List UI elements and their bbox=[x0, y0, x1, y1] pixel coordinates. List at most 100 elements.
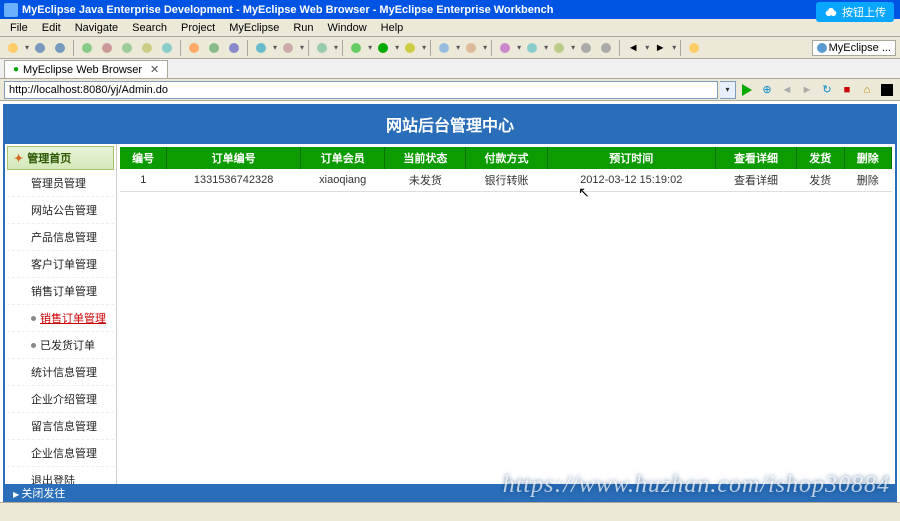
sidebar-header[interactable]: ✦ 管理首页 bbox=[7, 146, 114, 170]
address-bar: ▾ ⊕ ◄ ► ↻ ■ ⌂ bbox=[0, 79, 900, 101]
page-frame: 网站后台管理中心 ✦ 管理首页 管理员管理 网站公告管理 产品信息管理 客户订单… bbox=[3, 104, 897, 504]
tool-button[interactable] bbox=[462, 39, 480, 57]
sidebar-item-admin[interactable]: 管理员管理 bbox=[7, 170, 114, 197]
col-detail: 查看详细 bbox=[716, 147, 797, 169]
sidebar-item-company-intro[interactable]: 企业介绍管理 bbox=[7, 386, 114, 413]
new-button[interactable] bbox=[4, 39, 22, 57]
cell-status: 未发货 bbox=[385, 169, 466, 192]
home-button[interactable]: ⌂ bbox=[858, 81, 876, 99]
menubar: File Edit Navigate Search Project MyEcli… bbox=[0, 19, 900, 37]
footer-label[interactable]: 关闭发往 bbox=[13, 485, 65, 501]
col-member: 订单会员 bbox=[301, 147, 385, 169]
menu-window[interactable]: Window bbox=[322, 20, 373, 36]
tool-button[interactable] bbox=[597, 39, 615, 57]
tool-button[interactable] bbox=[496, 39, 514, 57]
app-icon bbox=[4, 3, 18, 17]
myeclipse-icon bbox=[817, 43, 827, 53]
tool-button[interactable] bbox=[158, 39, 176, 57]
cloud-icon bbox=[824, 5, 838, 19]
menu-navigate[interactable]: Navigate bbox=[69, 20, 124, 36]
debug-button[interactable] bbox=[347, 39, 365, 57]
sidebar-item-stats[interactable]: 统计信息管理 bbox=[7, 359, 114, 386]
refresh-button[interactable]: ↻ bbox=[818, 81, 836, 99]
page-title: 网站后台管理中心 bbox=[5, 106, 895, 142]
cell-pay: 银行转账 bbox=[466, 169, 547, 192]
main-content: 编号 订单编号 订单会员 当前状态 付款方式 预订时间 查看详细 发货 删除 1 bbox=[117, 144, 895, 502]
stop-button[interactable] bbox=[878, 81, 896, 99]
tool-button[interactable] bbox=[138, 39, 156, 57]
col-orderno: 订单编号 bbox=[167, 147, 301, 169]
back-nav-button[interactable]: ◄ bbox=[778, 81, 796, 99]
menu-search[interactable]: Search bbox=[126, 20, 173, 36]
tool-button[interactable] bbox=[435, 39, 453, 57]
perspective-switcher-icon[interactable] bbox=[685, 39, 703, 57]
menu-help[interactable]: Help bbox=[375, 20, 410, 36]
home-icon: ✦ bbox=[14, 152, 23, 165]
admin-sidebar: ✦ 管理首页 管理员管理 网站公告管理 产品信息管理 客户订单管理 销售订单管理… bbox=[5, 144, 117, 502]
tool-button[interactable] bbox=[118, 39, 136, 57]
sidebar-sub-shipped[interactable]: 已发货订单 bbox=[7, 332, 114, 359]
sidebar-item-customer-order[interactable]: 客户订单管理 bbox=[7, 251, 114, 278]
cell-id: 1 bbox=[120, 169, 167, 192]
cell-time: 2012-03-12 15:19:02 bbox=[547, 169, 716, 192]
nav-button[interactable]: ⊕ bbox=[758, 81, 776, 99]
back-button[interactable]: ◄ bbox=[624, 39, 642, 57]
sidebar-sub-sales-order[interactable]: 销售订单管理 bbox=[7, 305, 114, 332]
menu-edit[interactable]: Edit bbox=[36, 20, 67, 36]
col-ship: 发货 bbox=[797, 147, 844, 169]
col-time: 预订时间 bbox=[547, 147, 716, 169]
stop-nav-button[interactable]: ■ bbox=[838, 81, 856, 99]
tool-button[interactable] bbox=[577, 39, 595, 57]
tool-button[interactable] bbox=[205, 39, 223, 57]
perspective-button[interactable]: MyEclipse ... bbox=[812, 40, 896, 56]
tool-button[interactable] bbox=[550, 39, 568, 57]
globe-icon: ● bbox=[13, 64, 19, 75]
tool-button[interactable] bbox=[523, 39, 541, 57]
close-tab-icon[interactable]: ✕ bbox=[150, 63, 159, 76]
window-titlebar: MyEclipse Java Enterprise Development - … bbox=[0, 0, 900, 19]
page-footer: 关闭发往 bbox=[5, 484, 895, 502]
cell-member: xiaoqiang bbox=[301, 169, 385, 192]
tool-button[interactable] bbox=[313, 39, 331, 57]
run-button[interactable] bbox=[374, 39, 392, 57]
browser-tab[interactable]: ● MyEclipse Web Browser ✕ bbox=[4, 60, 168, 78]
url-input[interactable] bbox=[4, 81, 718, 99]
status-bar bbox=[0, 502, 900, 521]
bullet-icon bbox=[31, 343, 36, 348]
sidebar-item-sales-order[interactable]: 销售订单管理 bbox=[7, 278, 114, 305]
orders-table: 编号 订单编号 订单会员 当前状态 付款方式 预订时间 查看详细 发货 删除 1 bbox=[120, 147, 892, 192]
save-button[interactable] bbox=[31, 39, 49, 57]
sidebar-item-company-info[interactable]: 企业信息管理 bbox=[7, 440, 114, 467]
col-status: 当前状态 bbox=[385, 147, 466, 169]
save-all-button[interactable] bbox=[51, 39, 69, 57]
sidebar-item-product[interactable]: 产品信息管理 bbox=[7, 224, 114, 251]
editor-tabbar: ● MyEclipse Web Browser ✕ bbox=[0, 59, 900, 79]
forward-nav-button[interactable]: ► bbox=[798, 81, 816, 99]
tab-label: MyEclipse Web Browser bbox=[23, 64, 142, 76]
cloud-upload-button[interactable]: 按钮上传 bbox=[816, 2, 894, 22]
cell-detail[interactable]: 查看详细 bbox=[716, 169, 797, 192]
menu-myeclipse[interactable]: MyEclipse bbox=[223, 20, 285, 36]
tool-button[interactable] bbox=[401, 39, 419, 57]
tool-button[interactable] bbox=[252, 39, 270, 57]
tool-button[interactable] bbox=[98, 39, 116, 57]
cell-orderno: 1331536742328 bbox=[167, 169, 301, 192]
col-delete: 删除 bbox=[844, 147, 891, 169]
url-dropdown[interactable]: ▾ bbox=[720, 81, 736, 99]
sidebar-item-notice[interactable]: 网站公告管理 bbox=[7, 197, 114, 224]
toolbar: ▾ ▾ ▾ ▾ ▾ ▾ ▾ ▾ ▾ ▾ ▾ ▾ ◄▾ ►▾ MyEclipse … bbox=[0, 37, 900, 59]
tool-button[interactable] bbox=[185, 39, 203, 57]
go-button[interactable] bbox=[738, 81, 756, 99]
forward-button[interactable]: ► bbox=[651, 39, 669, 57]
sidebar-item-message[interactable]: 留言信息管理 bbox=[7, 413, 114, 440]
cell-delete[interactable]: 删除 bbox=[844, 169, 891, 192]
tool-button[interactable] bbox=[279, 39, 297, 57]
menu-project[interactable]: Project bbox=[175, 20, 221, 36]
tool-button[interactable] bbox=[225, 39, 243, 57]
tool-button[interactable] bbox=[78, 39, 96, 57]
window-title: MyEclipse Java Enterprise Development - … bbox=[22, 4, 553, 16]
menu-file[interactable]: File bbox=[4, 20, 34, 36]
cell-ship[interactable]: 发货 bbox=[797, 169, 844, 192]
menu-run[interactable]: Run bbox=[287, 20, 319, 36]
col-pay: 付款方式 bbox=[466, 147, 547, 169]
